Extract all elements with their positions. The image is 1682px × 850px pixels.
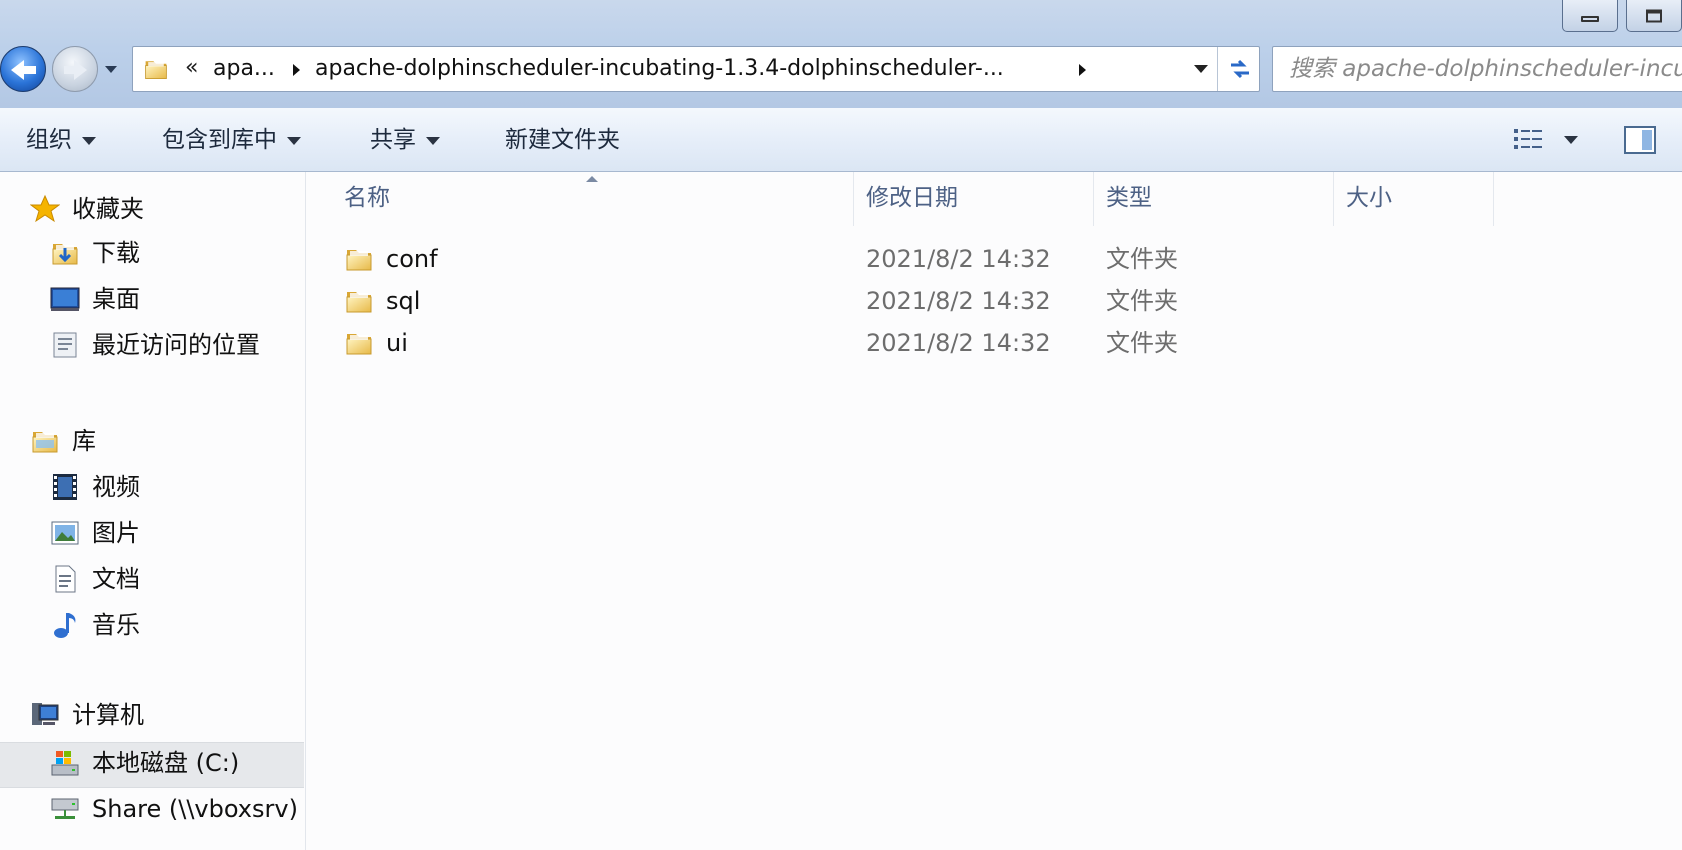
nav-favorites[interactable]: 收藏夹 (72, 189, 144, 229)
pictures-icon (51, 521, 79, 545)
organize-label: 组织 (26, 127, 72, 153)
downloads-icon (50, 238, 80, 268)
file-name: sql (386, 287, 421, 315)
file-name: conf (386, 245, 438, 273)
navigation-pane: 收藏夹 下载 桌面 最近访问的位置 库 视频 图片 文档 音乐 计算机 本地磁盘 (0, 172, 306, 850)
breadcrumb-item[interactable]: apache-dolphinscheduler-incubating-1.3.4… (315, 47, 1004, 91)
column-header-date-modified[interactable]: 修改日期 (854, 172, 1094, 226)
preview-pane-button[interactable] (1624, 126, 1656, 154)
table-row[interactable]: sql 2021/8/2 14:32 文件夹 (306, 280, 1682, 322)
nav-desktop[interactable]: 桌面 (92, 279, 140, 319)
file-date: 2021/8/2 14:32 (866, 245, 1051, 273)
nav-videos[interactable]: 视频 (92, 467, 140, 507)
breadcrumb-separator-icon[interactable] (1079, 64, 1086, 76)
overflow-chevron[interactable]: « (185, 47, 198, 91)
desktop-icon (50, 287, 80, 311)
nav-music[interactable]: 音乐 (92, 605, 140, 645)
new-folder-button[interactable]: 新建文件夹 (505, 108, 620, 172)
command-bar: 组织 包含到库中 共享 新建文件夹 (0, 108, 1682, 172)
search-input[interactable]: 搜索 apache-dolphinscheduler-incubating-1.… (1272, 46, 1682, 92)
folder-icon (143, 56, 169, 82)
breadcrumb-item[interactable]: apa... (213, 47, 275, 91)
minimize-icon (1581, 16, 1599, 23)
chevron-down-icon (426, 136, 440, 145)
address-dropdown-button[interactable] (1185, 47, 1217, 91)
nav-downloads[interactable]: 下载 (92, 233, 140, 273)
view-options-dropdown[interactable] (1564, 136, 1578, 144)
minimize-button[interactable] (1562, 0, 1618, 32)
file-type: 文件夹 (1106, 287, 1178, 315)
music-icon (54, 613, 76, 638)
file-date: 2021/8/2 14:32 (866, 329, 1051, 357)
share-label: 共享 (370, 127, 416, 153)
column-header-size[interactable]: 大小 (1334, 172, 1494, 226)
network-drive-icon (51, 798, 79, 819)
computer-icon (32, 703, 59, 725)
refresh-button[interactable] (1217, 47, 1261, 91)
recent-places-icon (53, 332, 77, 358)
view-options-icon[interactable] (1512, 126, 1546, 154)
search-placeholder: 搜索 apache-dolphinscheduler-incubating-1.… (1289, 56, 1682, 82)
star-icon (30, 194, 60, 223)
nav-pictures[interactable]: 图片 (92, 513, 140, 553)
column-header-type[interactable]: 类型 (1094, 172, 1334, 226)
new-folder-label: 新建文件夹 (505, 127, 620, 153)
nav-documents[interactable]: 文档 (92, 559, 140, 599)
video-icon (53, 474, 77, 500)
local-disk-icon (51, 751, 79, 776)
table-row[interactable]: ui 2021/8/2 14:32 文件夹 (306, 322, 1682, 364)
folder-icon (344, 244, 374, 274)
refresh-icon (1231, 59, 1249, 79)
table-row[interactable]: conf 2021/8/2 14:32 文件夹 (306, 238, 1682, 280)
file-type: 文件夹 (1106, 245, 1178, 273)
chevron-down-icon (82, 136, 96, 145)
nav-share-vboxsrv[interactable]: Share (\\vboxsrv) ( (92, 789, 304, 829)
file-type: 文件夹 (1106, 329, 1178, 357)
organize-menu[interactable]: 组织 (26, 108, 96, 172)
share-menu[interactable]: 共享 (370, 108, 440, 172)
maximize-button[interactable] (1626, 0, 1682, 32)
back-button[interactable] (0, 46, 46, 92)
documents-icon (55, 565, 76, 593)
maximize-icon (1646, 9, 1662, 22)
folder-icon (344, 286, 374, 316)
chevron-down-icon (287, 136, 301, 145)
nav-recent-places[interactable]: 最近访问的位置 (92, 325, 260, 365)
recent-pages-dropdown[interactable] (102, 58, 120, 80)
include-in-library-menu[interactable]: 包含到库中 (162, 108, 301, 172)
include-in-library-label: 包含到库中 (162, 127, 277, 153)
file-name: ui (386, 329, 408, 357)
libraries-icon (30, 426, 60, 456)
breadcrumb-separator-icon[interactable] (293, 64, 300, 76)
nav-libraries[interactable]: 库 (72, 421, 96, 461)
nav-computer[interactable]: 计算机 (72, 695, 144, 735)
column-header-name[interactable]: 名称 (306, 172, 854, 226)
file-date: 2021/8/2 14:32 (866, 287, 1051, 315)
file-list: 名称 修改日期 类型 大小 conf 2021/8/2 14:32 文件夹 sq… (306, 172, 1682, 850)
forward-button[interactable] (52, 46, 98, 92)
folder-icon (344, 328, 374, 358)
address-bar[interactable]: « apa... apache-dolphinscheduler-incubat… (132, 46, 1260, 92)
nav-local-disk-c[interactable]: 本地磁盘 (C:) (92, 743, 239, 783)
